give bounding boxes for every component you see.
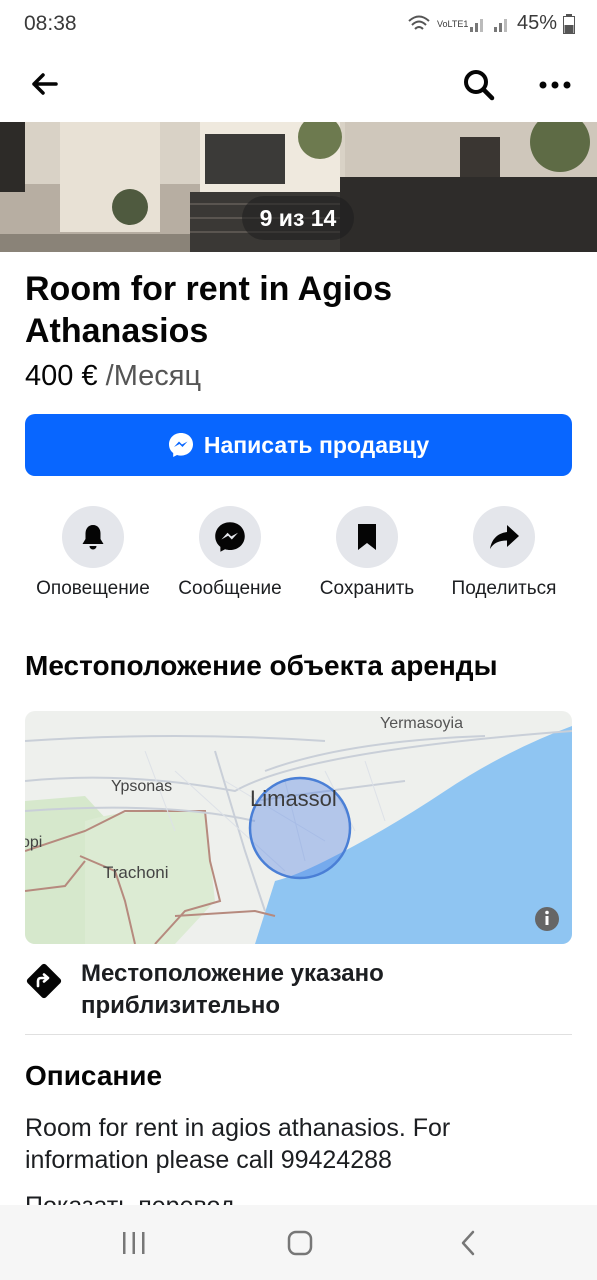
price-amount: 400 € bbox=[25, 360, 98, 392]
map-label-partial: opi bbox=[25, 834, 42, 851]
bookmark-icon bbox=[358, 524, 376, 550]
search-icon bbox=[464, 70, 495, 101]
arrow-left-icon bbox=[32, 73, 58, 95]
description-text: Room for rent in agios athanasios. For i… bbox=[25, 1114, 451, 1174]
search-button[interactable] bbox=[458, 64, 500, 106]
more-options-button[interactable] bbox=[534, 64, 576, 106]
bell-icon bbox=[82, 525, 104, 550]
home-icon bbox=[287, 1230, 313, 1256]
photo-counter: 9 из 14 bbox=[242, 196, 354, 240]
approximate-location-text: Местоположение указано приблизительно bbox=[81, 958, 384, 1022]
system-nav-bar bbox=[0, 1205, 597, 1280]
wifi-icon bbox=[408, 15, 430, 30]
approx-line-1: Местоположение указано bbox=[81, 960, 384, 987]
directions-icon bbox=[26, 963, 62, 999]
recent-apps-icon bbox=[123, 1232, 145, 1254]
network-label: VoLTE1 bbox=[436, 18, 469, 29]
action-message[interactable]: Сообщение bbox=[160, 506, 300, 600]
signal-icon-2 bbox=[493, 18, 507, 32]
battery-icon bbox=[563, 13, 575, 34]
action-share[interactable]: Поделиться bbox=[434, 506, 574, 600]
divider bbox=[25, 1034, 572, 1035]
share-icon bbox=[490, 525, 519, 549]
map-label-yermasoyia: Yermasoyia bbox=[380, 715, 463, 732]
action-row: Оповещение Сообщение Сохранить Поделитьс… bbox=[0, 506, 597, 616]
home-button[interactable] bbox=[270, 1223, 330, 1263]
back-button[interactable] bbox=[24, 64, 64, 104]
description-heading: Описание bbox=[25, 1060, 163, 1091]
approx-line-2: приблизительно bbox=[81, 992, 281, 1019]
chevron-left-icon bbox=[461, 1230, 475, 1256]
price-period: /Месяц bbox=[105, 360, 202, 392]
location-map[interactable]: Limassol Yermasoyia Ypsonas Trachoni opi bbox=[25, 711, 572, 944]
action-message-circle bbox=[199, 506, 261, 568]
approximate-location-row: Местоположение указано приблизительно bbox=[25, 958, 572, 1032]
map-label-limassol: Limassol bbox=[250, 786, 337, 811]
status-time: 08:38 bbox=[24, 12, 77, 35]
listing-title: Room for rent in Agios Athanasios bbox=[25, 270, 393, 350]
info-icon[interactable] bbox=[535, 907, 559, 931]
action-notify[interactable]: Оповещение bbox=[23, 506, 163, 600]
back-nav-button[interactable] bbox=[438, 1223, 498, 1263]
action-notify-circle bbox=[62, 506, 124, 568]
messenger-icon bbox=[168, 433, 193, 457]
action-save[interactable]: Сохранить bbox=[297, 506, 437, 600]
listing-price: 400 € /Месяц bbox=[25, 360, 201, 393]
map-label-ypsonas: Ypsonas bbox=[111, 778, 172, 795]
map-canvas: Limassol Yermasoyia Ypsonas Trachoni opi bbox=[25, 711, 572, 944]
action-save-circle bbox=[336, 506, 398, 568]
messenger-icon bbox=[215, 522, 245, 552]
action-share-label: Поделиться bbox=[451, 578, 557, 599]
message-seller-button[interactable]: Написать продавцу bbox=[25, 414, 572, 476]
action-notify-label: Оповещение bbox=[36, 578, 150, 599]
app-bar bbox=[0, 50, 597, 122]
action-save-label: Сохранить bbox=[319, 578, 415, 599]
status-icons: VoLTE1 45% bbox=[407, 12, 575, 35]
status-bar: 08:38 VoLTE1 45% bbox=[0, 0, 597, 50]
battery-percent: 45% bbox=[516, 12, 557, 34]
action-message-label: Сообщение bbox=[178, 578, 282, 599]
message-seller-label: Написать продавцу bbox=[203, 431, 430, 458]
location-heading: Местоположение объекта аренды bbox=[25, 650, 498, 681]
map-label-trachoni: Trachoni bbox=[103, 863, 169, 882]
action-share-circle bbox=[473, 506, 535, 568]
signal-icon bbox=[469, 18, 483, 32]
recent-apps-button[interactable] bbox=[104, 1223, 164, 1263]
more-dots-icon bbox=[539, 81, 571, 89]
